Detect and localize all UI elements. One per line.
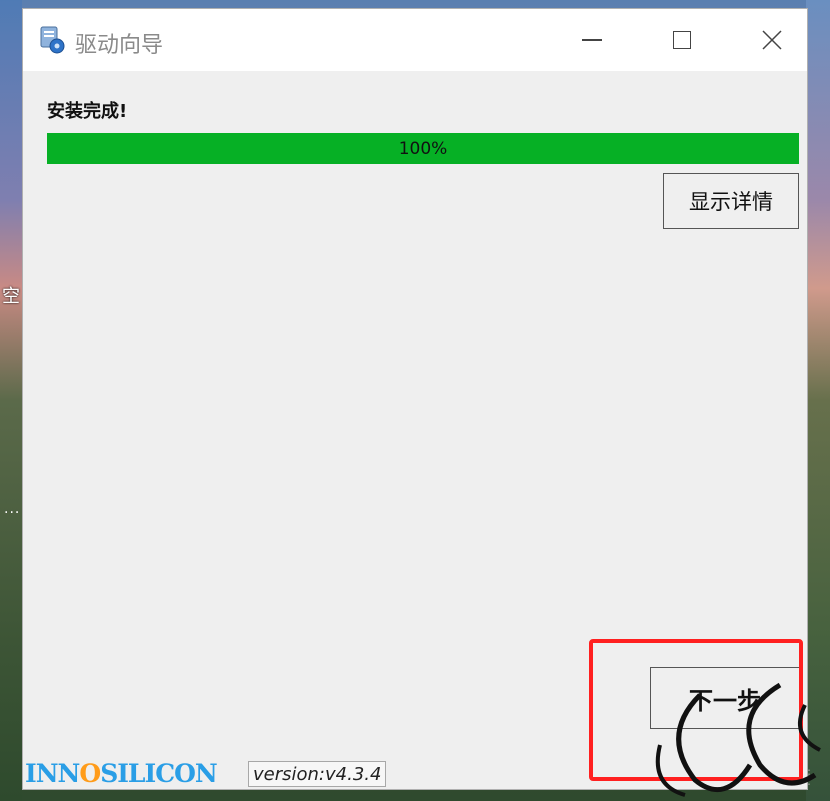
- maximize-icon: [673, 31, 691, 49]
- driver-wizard-icon: [40, 26, 65, 54]
- logo-text-prefix: INN: [25, 759, 80, 788]
- maximize-button[interactable]: [637, 9, 727, 71]
- progress-percent-text: 100%: [398, 138, 448, 159]
- desktop-background-left: [0, 0, 22, 801]
- desktop-partial-dots: ···: [4, 505, 21, 521]
- innosilicon-logo: INNOSILICON: [25, 759, 218, 788]
- minimize-button[interactable]: [547, 9, 637, 71]
- logo-text-suffix: SILICON: [100, 759, 218, 788]
- close-icon: [762, 30, 782, 50]
- window-title: 驱动向导: [75, 33, 164, 58]
- watermark-mark: [655, 682, 821, 797]
- minimize-icon: [582, 39, 602, 41]
- show-details-button[interactable]: 显示详情: [663, 173, 799, 229]
- install-status-title: 安装完成!: [47, 101, 128, 122]
- logo-text-o: O: [79, 759, 101, 788]
- install-progress-bar: 100%: [47, 133, 799, 164]
- desktop-partial-label: 空: [2, 286, 20, 307]
- title-bar[interactable]: 驱动向导: [23, 9, 807, 71]
- version-label: version:v4.3.4: [248, 761, 387, 787]
- close-button[interactable]: [727, 9, 817, 71]
